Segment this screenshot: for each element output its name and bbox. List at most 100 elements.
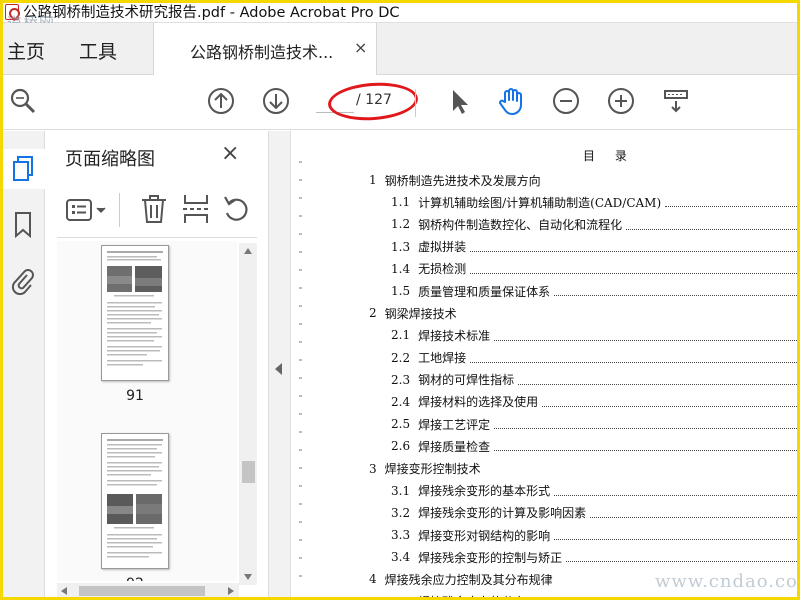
window-title: 公路钢桥制造技术研究报告.pdf - Adobe Acrobat Pro DC [23, 5, 400, 21]
site-watermark: www.cndao.com [655, 571, 797, 592]
toc-chapter[interactable]: 1 钢桥制造先进技术及发展方向 [369, 169, 797, 191]
toc-leader-dots [554, 295, 797, 297]
previous-page-icon[interactable] [205, 85, 237, 117]
toc-title: 焊接残余变形的基本形式 [418, 484, 551, 499]
toc-section[interactable]: 2.3 钢材的可焊性指标 [369, 369, 797, 391]
toc-section[interactable]: 1.2 钢桥构件制造数控化、自动化和流程化 [369, 213, 797, 235]
thumbnail-horizontal-scrollbar[interactable] [57, 583, 239, 597]
toc-chapter[interactable]: 2 钢梁焊接技术 [369, 302, 797, 324]
close-tab-icon[interactable]: × [354, 38, 367, 57]
toc-number: 2.1 [391, 328, 411, 343]
toc-title: 钢桥构件制造数控化、自动化和流程化 [418, 217, 623, 232]
document-view[interactable]: 目 录 1 钢桥制造先进技术及发展方向 1.1 计算机辅助绘图/计算机辅助制造(CAD… [291, 131, 797, 597]
toc-number: 1.2 [391, 217, 411, 232]
toc-section[interactable]: 3.2 焊接残余变形的计算及影响因素 [369, 502, 797, 524]
scroll-up-arrow-icon[interactable] [243, 247, 253, 255]
toc-title: 焊接残余变形的控制与矫正 [418, 550, 563, 565]
tab-home[interactable]: 主页 [7, 37, 45, 64]
toc-section[interactable]: 2.4 焊接材料的选择及使用 [369, 391, 797, 413]
toc-title: 焊接残余应力控制及其分布规律 [384, 572, 553, 587]
delete-page-icon[interactable] [139, 193, 171, 225]
toc-number: 3 [369, 461, 377, 476]
toc-section[interactable]: 2.1 焊接技术标准 [369, 324, 797, 346]
toc-number: 3.2 [391, 505, 411, 520]
toc-number: 1 [369, 173, 377, 188]
toc-section[interactable]: 3.3 焊接变形对钢结构的影响 [369, 524, 797, 546]
panel-toolbar [57, 183, 257, 238]
next-page-icon[interactable] [260, 85, 292, 117]
scroll-left-arrow-icon[interactable] [60, 586, 68, 596]
toc-section[interactable]: 1.1 计算机辅助绘图/计算机辅助制造(CAD/CAM) [369, 191, 797, 213]
panel-toolbar-separator [119, 193, 120, 227]
insert-page-icon[interactable] [181, 193, 213, 225]
panel-title: 页面缩略图 [65, 149, 155, 170]
page-thumbnail[interactable] [101, 433, 169, 569]
toc-section[interactable]: 3.1 焊接残余变形的基本形式 [369, 480, 797, 502]
toc-title: 焊接变形控制技术 [384, 462, 481, 477]
vertical-scroll-thumb[interactable] [242, 461, 255, 483]
toc-number: 2.6 [391, 439, 411, 454]
bookmark-icon[interactable] [5, 209, 41, 241]
toc-title: 钢桥制造先进技术及发展方向 [384, 173, 541, 188]
toc-leader-dots [494, 339, 797, 341]
toc-number: 4 [369, 572, 377, 587]
toc-section[interactable]: 2.6 焊接质量检查 [369, 435, 797, 457]
rotate-page-icon[interactable] [221, 193, 253, 225]
toc-title: 焊接技术标准 [418, 328, 491, 343]
toc-title: 钢梁焊接技术 [384, 306, 457, 321]
toc-title: 焊接残余变形的计算及影响因素 [418, 506, 587, 521]
toc-number: 4.1 [391, 595, 410, 597]
options-menu-icon[interactable] [65, 195, 111, 225]
toc-number: 1.5 [391, 284, 411, 299]
zoom-in-icon[interactable] [605, 85, 637, 117]
toc-leader-dots [542, 406, 797, 408]
find-zoom-icon[interactable] [7, 85, 39, 117]
toc-number: 3.1 [391, 483, 411, 498]
toc-leader-dots [494, 450, 797, 452]
toc-title: 钢材的可焊性指标 [418, 373, 515, 388]
page-thumbnails-icon[interactable] [5, 153, 41, 185]
toc-section[interactable]: 2.2 工地焊接 [369, 347, 797, 369]
page-thumbnail[interactable] [101, 245, 169, 381]
tab-bar: 主页 工具 公路钢桥制造技术... × [3, 23, 797, 75]
toc-chapter[interactable]: 3 焊接变形控制技术 [369, 457, 797, 479]
toc-title: 计算机辅助绘图/计算机辅助制造(CAD/CAM) [418, 195, 662, 210]
thumbnails-panel: 页面缩略图 × 91 [45, 131, 269, 597]
scroll-down-arrow-icon[interactable] [243, 573, 253, 581]
horizontal-scroll-thumb[interactable] [79, 586, 205, 596]
hand-tool-icon[interactable] [495, 85, 527, 117]
zoom-out-icon[interactable] [550, 85, 582, 117]
toc-number: 2.2 [391, 350, 411, 365]
page-edge-marks [299, 161, 305, 591]
toc-leader-dots [626, 228, 797, 230]
toc-section[interactable]: 3.4 焊接残余变形的控制与矫正 [369, 546, 797, 568]
tab-tools[interactable]: 工具 [79, 37, 117, 64]
toc-title: 焊接工艺评定 [418, 417, 491, 432]
toc-title: 工地焊接 [418, 351, 467, 366]
attachment-icon[interactable] [5, 265, 41, 297]
page-display-icon[interactable] [660, 85, 692, 117]
toc-title: 焊接残余应力的分布 [418, 593, 526, 597]
toc-leader-dots [494, 428, 797, 430]
close-panel-icon[interactable]: × [221, 141, 239, 166]
select-cursor-icon[interactable] [443, 85, 475, 117]
toc-section[interactable]: 2.5 焊接工艺评定 [369, 413, 797, 435]
navigation-rail [3, 131, 45, 597]
toc-number: 1.4 [391, 261, 411, 276]
toc-leader-dots [554, 539, 797, 541]
title-bar: 公路钢桥制造技术研究报告.pdf - Adobe Acrobat Pro DC … [3, 3, 797, 32]
toc-leader-dots [590, 517, 797, 518]
table-of-contents: 1 钢桥制造先进技术及发展方向 1.1 计算机辅助绘图/计算机辅助制造(CAD/CAM… [369, 169, 797, 597]
acrobat-window: 公路钢桥制造技术研究报告.pdf - Adobe Acrobat Pro DC … [3, 3, 797, 597]
scroll-right-arrow-icon[interactable] [227, 586, 235, 596]
toc-title: 无损检测 [418, 262, 467, 277]
toc-section[interactable]: 1.4 无损检测 [369, 258, 797, 280]
collapse-panel-icon[interactable] [275, 363, 282, 375]
thumbnail-page-label: 92 [105, 576, 165, 581]
thumbnail-vertical-scrollbar[interactable] [239, 243, 257, 585]
toc-section[interactable]: 1.5 质量管理和质量保证体系 [369, 280, 797, 302]
toc-section[interactable]: 1.3 虚拟拼装 [369, 236, 797, 258]
thumbnail-list: 91 92 [57, 241, 237, 581]
tab-document[interactable]: 公路钢桥制造技术... × [153, 23, 377, 75]
toc-number: 2.3 [391, 372, 411, 387]
